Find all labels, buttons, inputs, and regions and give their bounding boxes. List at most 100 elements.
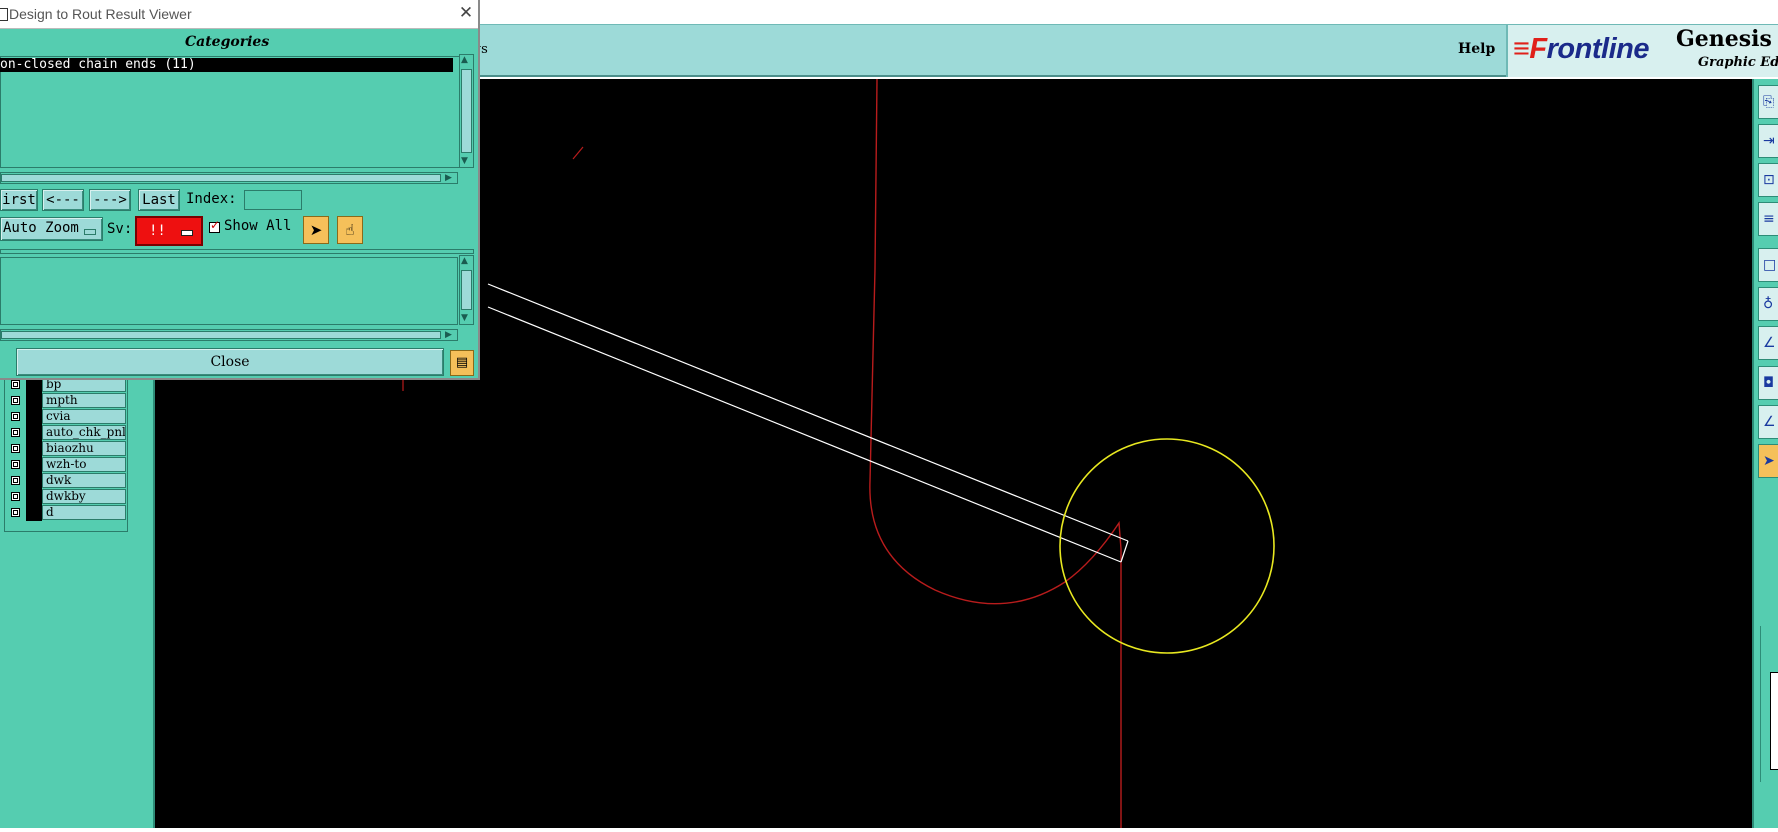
select-box-icon-glyph: □ (1763, 257, 1777, 273)
scroll-down-icon[interactable]: ▼ (461, 156, 468, 166)
layer-icon-glyph: ≡ (1763, 211, 1775, 227)
layer-name[interactable]: dwk (42, 473, 126, 488)
pad-icon[interactable]: ◘ (1758, 366, 1778, 400)
layer-checkbox[interactable] (11, 508, 20, 517)
copy-icon[interactable]: ⎘ (1758, 85, 1778, 119)
category-item-selected[interactable]: on-closed chain ends (11) (0, 58, 453, 72)
layer-checkbox[interactable] (11, 380, 20, 389)
dropdown-icon (84, 229, 96, 235)
layer-icon[interactable]: ≡ (1758, 202, 1778, 236)
layer-color-swatch (26, 457, 42, 473)
layer-checkbox[interactable] (11, 428, 20, 437)
message-vscroll-thumb[interactable] (461, 270, 472, 310)
app-subtitle: Graphic Edit (1698, 55, 1778, 70)
layer-color-swatch (26, 473, 42, 489)
layer-row[interactable]: cvia (4, 409, 126, 425)
layer-name[interactable]: auto_chk_pnl (42, 425, 126, 440)
next-button[interactable]: ---> (89, 189, 131, 211)
notes-icon[interactable]: ▤ (450, 350, 474, 376)
categories-hscroll-thumb[interactable] (1, 174, 441, 182)
move-icon[interactable]: ⇥ (1758, 124, 1778, 158)
layer-color-swatch (26, 393, 42, 409)
select-box-icon[interactable]: □ (1758, 248, 1778, 282)
message-vscroll[interactable]: ▲ ▼ (459, 255, 474, 325)
layer-name[interactable]: wzh-to (42, 457, 126, 472)
close-button[interactable]: Close (16, 348, 444, 376)
pointer-icon-glyph: ➤ (1763, 453, 1775, 469)
categories-label: Categories (185, 34, 270, 50)
scroll-right-icon[interactable]: ▶ (445, 330, 452, 340)
layer-row[interactable]: biaozhu (4, 441, 126, 457)
layer-row[interactable]: dwkby (4, 489, 126, 505)
copy-icon-glyph: ⎘ (1763, 94, 1775, 110)
dialog-title: Design to Rout Result Viewer (9, 6, 192, 22)
close-icon[interactable]: ✕ (456, 3, 476, 23)
angle-icon-glyph: ∠ (1763, 414, 1776, 430)
angle-icon[interactable]: ∠ (1758, 405, 1778, 439)
layer-row[interactable]: mpth (4, 393, 126, 409)
yellow-highlight-circle (1059, 438, 1275, 654)
message-hscroll[interactable]: ▶ (0, 329, 458, 341)
draw-line-icon-glyph: ∠ (1763, 335, 1776, 351)
layer-name[interactable]: biaozhu (42, 441, 126, 456)
pointer-tool-icon[interactable]: ➤ (303, 216, 329, 244)
separator (0, 249, 474, 254)
layer-checkbox[interactable] (11, 396, 20, 405)
layer-color-swatch (26, 489, 42, 505)
pad-icon-glyph: ◘ (1763, 375, 1775, 391)
layer-name[interactable]: dwkby (42, 489, 126, 504)
scroll-up-icon[interactable]: ▲ (461, 256, 468, 266)
layer-row[interactable]: wzh-to (4, 457, 126, 473)
layer-color-swatch (26, 409, 42, 425)
layer-color-swatch (26, 425, 42, 441)
message-area (0, 257, 458, 325)
show-all-checkbox[interactable] (209, 218, 220, 233)
scroll-right-icon[interactable]: ▶ (445, 173, 452, 183)
layer-name[interactable]: cvia (42, 409, 126, 424)
layer-name[interactable]: d (42, 505, 126, 520)
layer-row[interactable]: d (4, 505, 126, 521)
layer-row[interactable]: dwk (4, 473, 126, 489)
severity-value: !! (149, 223, 166, 239)
pointer-icon[interactable]: ➤ (1758, 444, 1778, 478)
move-icon-glyph: ⇥ (1763, 133, 1775, 149)
layer-row[interactable]: auto_chk_pnl (4, 425, 126, 441)
first-button[interactable]: irst (0, 189, 38, 211)
last-button[interactable]: Last (138, 189, 180, 211)
red-route-path (402, 78, 1122, 828)
zoom-mode-dropdown[interactable]: Auto Zoom (0, 217, 103, 241)
dropdown-icon (181, 230, 193, 236)
white-trace-lines (487, 283, 1129, 563)
layer-checkbox[interactable] (11, 460, 20, 469)
probe-icon[interactable]: ♁ (1758, 287, 1778, 321)
layer-checkbox[interactable] (11, 476, 20, 485)
previous-button[interactable]: <--- (42, 189, 84, 211)
layer-color-swatch (26, 441, 42, 457)
categories-list[interactable] (0, 56, 460, 168)
menu-item-help[interactable]: Help (1458, 41, 1495, 57)
draw-line-icon[interactable]: ∠ (1758, 326, 1778, 360)
index-input[interactable] (244, 190, 302, 210)
message-hscroll-thumb[interactable] (1, 331, 441, 339)
severity-dropdown[interactable]: !! (135, 216, 203, 246)
index-label: Index: (186, 191, 237, 207)
resize-icon[interactable]: ⊡ (1758, 163, 1778, 197)
layer-checkbox[interactable] (11, 492, 20, 501)
show-all-label: Show All (224, 218, 292, 234)
multi-select-tool-icon[interactable]: ☝ (337, 216, 363, 244)
categories-vscroll[interactable]: ▲ ▼ (459, 54, 474, 168)
right-scroll-thumb[interactable] (1770, 672, 1778, 770)
categories-hscroll[interactable]: ▶ (0, 172, 458, 184)
layer-checkbox[interactable] (11, 412, 20, 421)
severity-label: Sv: (107, 221, 133, 237)
probe-icon-glyph: ♁ (1763, 296, 1774, 312)
layer-checkbox[interactable] (11, 444, 20, 453)
layer-color-swatch (26, 505, 42, 521)
categories-vscroll-thumb[interactable] (461, 69, 472, 153)
layer-name[interactable]: mpth (42, 393, 126, 408)
frontline-logo: ≡Frontline (1513, 33, 1649, 65)
app-title: Genesis 2 (1676, 26, 1778, 52)
zoom-mode-value: Auto Zoom (3, 220, 79, 236)
scroll-up-icon[interactable]: ▲ (461, 55, 468, 65)
scroll-down-icon[interactable]: ▼ (461, 313, 468, 323)
